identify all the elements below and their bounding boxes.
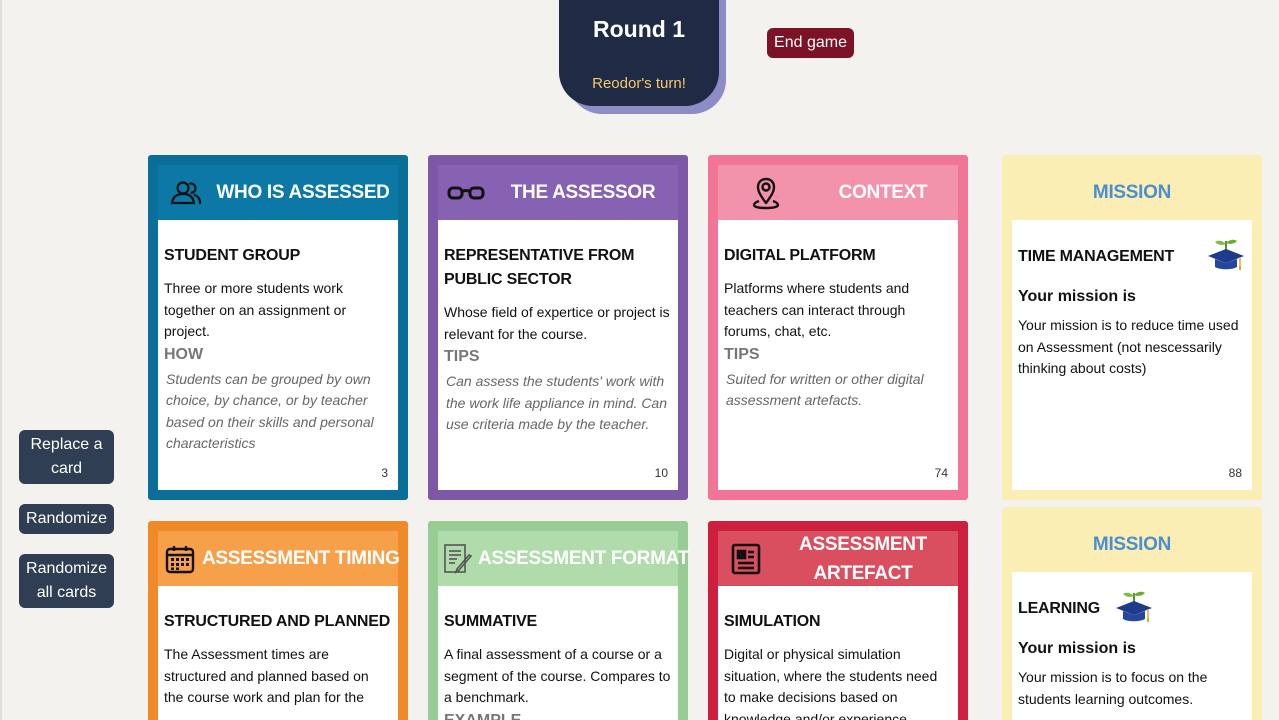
card-number: 74 bbox=[934, 466, 948, 480]
card-header: ASSESSMENT ARTEFACT bbox=[718, 531, 958, 586]
card-name: SIMULATION bbox=[724, 613, 821, 630]
card-name: DIGITAL PLATFORM bbox=[724, 247, 876, 264]
card-body: TIME MANAGEMENT Your mission is Your mis… bbox=[1012, 220, 1252, 490]
people-icon bbox=[158, 165, 214, 220]
end-game-button[interactable]: End game bbox=[767, 28, 854, 58]
card-header: THE ASSESSOR bbox=[438, 165, 678, 220]
card-sub-text: Suited for written or other digital asse… bbox=[726, 370, 924, 409]
your-mission-label: Your mission is bbox=[1018, 640, 1136, 657]
document-pen-icon bbox=[438, 531, 478, 586]
card-body: SIMULATION Digital or physical simulatio… bbox=[718, 586, 958, 720]
card-body: SUMMATIVE A final assessment of a course… bbox=[438, 586, 678, 720]
card-sub-text: Students can be grouped by own choice, b… bbox=[166, 370, 374, 452]
mission-name-row: TIME MANAGEMENT bbox=[1018, 236, 1246, 277]
newspaper-icon bbox=[718, 531, 774, 586]
graduation-cap-plant-icon bbox=[1206, 236, 1246, 277]
card-description: Three or more students work together on … bbox=[164, 280, 347, 339]
card-body: REPRESENTATIVE FROM PUBLIC SECTOR Whose … bbox=[438, 220, 678, 490]
card-description: A final assessment of a course or a segm… bbox=[444, 646, 671, 705]
card-category: ASSESSMENT TIMING bbox=[202, 548, 400, 569]
card-body: STRUCTURED AND PLANNED The Assessment ti… bbox=[158, 586, 398, 720]
card-sub-text: Can assess the students' work with the w… bbox=[446, 373, 668, 432]
card-header: MISSION bbox=[1012, 165, 1252, 220]
card-name: TIME MANAGEMENT bbox=[1018, 247, 1175, 265]
location-pin-icon bbox=[718, 165, 814, 220]
calendar-icon bbox=[158, 531, 202, 586]
card-assessment-timing[interactable]: ASSESSMENT TIMING STRUCTURED AND PLANNED… bbox=[148, 521, 408, 720]
card-name: LEARNING bbox=[1018, 599, 1100, 617]
glasses-icon bbox=[438, 165, 494, 220]
card-category: CONTEXT bbox=[838, 182, 928, 203]
randomize-all-button[interactable]: Randomize all cards bbox=[19, 554, 114, 608]
turn-indicator: Reodor's turn! bbox=[592, 75, 686, 92]
card-header: MISSION bbox=[1012, 517, 1252, 572]
card-description: Your mission is to focus on the students… bbox=[1018, 669, 1208, 707]
card-category: MISSION bbox=[1092, 182, 1172, 203]
card-header: CONTEXT bbox=[718, 165, 958, 220]
card-name: STRUCTURED AND PLANNED bbox=[164, 613, 391, 630]
randomize-button[interactable]: Randomize bbox=[19, 504, 114, 534]
card-category: WHO IS ASSESSED bbox=[216, 182, 390, 203]
card-description: Digital or physical simulation situation… bbox=[724, 646, 938, 720]
card-sub-label: TIPS bbox=[724, 345, 760, 363]
card-sub-label: EXAMPLE bbox=[444, 711, 522, 720]
round-title: Round 1 bbox=[593, 16, 685, 42]
mission-name-row: LEARNING bbox=[1018, 588, 1246, 629]
card-sub-label: TIPS bbox=[444, 348, 480, 365]
card-the-assessor[interactable]: THE ASSESSOR REPRESENTATIVE FROM PUBLIC … bbox=[428, 155, 688, 500]
graduation-cap-plant-icon bbox=[1114, 588, 1154, 629]
card-body: STUDENT GROUP Three or more students wor… bbox=[158, 220, 398, 490]
card-name: STUDENT GROUP bbox=[164, 247, 301, 264]
card-description: Your mission is to reduce time used on A… bbox=[1018, 317, 1239, 376]
card-number: 10 bbox=[654, 466, 668, 480]
card-mission-learning[interactable]: MISSION LEARNING Your mission is Your mi… bbox=[1002, 507, 1262, 720]
card-category: THE ASSESSOR bbox=[510, 182, 656, 203]
card-body: DIGITAL PLATFORM Platforms where student… bbox=[718, 220, 958, 490]
card-name: REPRESENTATIVE FROM PUBLIC SECTOR bbox=[444, 247, 635, 288]
card-category: MISSION bbox=[1092, 534, 1172, 555]
card-name: SUMMATIVE bbox=[444, 613, 538, 630]
card-description: The Assessment times are structured and … bbox=[164, 646, 369, 705]
card-assessment-format[interactable]: ASSESSMENT FORMAT SUMMATIVE A final asse… bbox=[428, 521, 689, 720]
round-badge: Round 1 Reodor's turn! bbox=[559, 0, 719, 106]
card-mission-time-management[interactable]: MISSION TIME MANAGEMENT Your mission is … bbox=[1002, 155, 1262, 500]
card-context[interactable]: CONTEXT DIGITAL PLATFORM Platforms where… bbox=[708, 155, 968, 500]
card-category: ASSESSMENT FORMAT bbox=[478, 548, 689, 569]
card-number: 88 bbox=[1228, 466, 1242, 480]
card-header: ASSESSMENT FORMAT bbox=[438, 531, 689, 586]
card-description: Whose field of expertice or project is r… bbox=[444, 304, 670, 342]
left-edge-divider bbox=[0, 0, 2, 720]
card-who-is-assessed[interactable]: WHO IS ASSESSED STUDENT GROUP Three or m… bbox=[148, 155, 408, 500]
card-category: ASSESSMENT ARTEFACT bbox=[799, 533, 927, 584]
card-description: Platforms where students and teachers ca… bbox=[724, 280, 910, 339]
card-sub-label: HOW bbox=[164, 345, 204, 363]
card-body: LEARNING Your mission is Your mission is… bbox=[1012, 572, 1252, 720]
card-number: 3 bbox=[381, 466, 388, 480]
card-header: WHO IS ASSESSED bbox=[158, 165, 398, 220]
replace-card-button[interactable]: Replace a card bbox=[19, 430, 114, 484]
your-mission-label: Your mission is bbox=[1018, 288, 1136, 305]
card-assessment-artefact[interactable]: ASSESSMENT ARTEFACT SIMULATION Digital o… bbox=[708, 521, 968, 720]
card-header: ASSESSMENT TIMING bbox=[158, 531, 400, 586]
